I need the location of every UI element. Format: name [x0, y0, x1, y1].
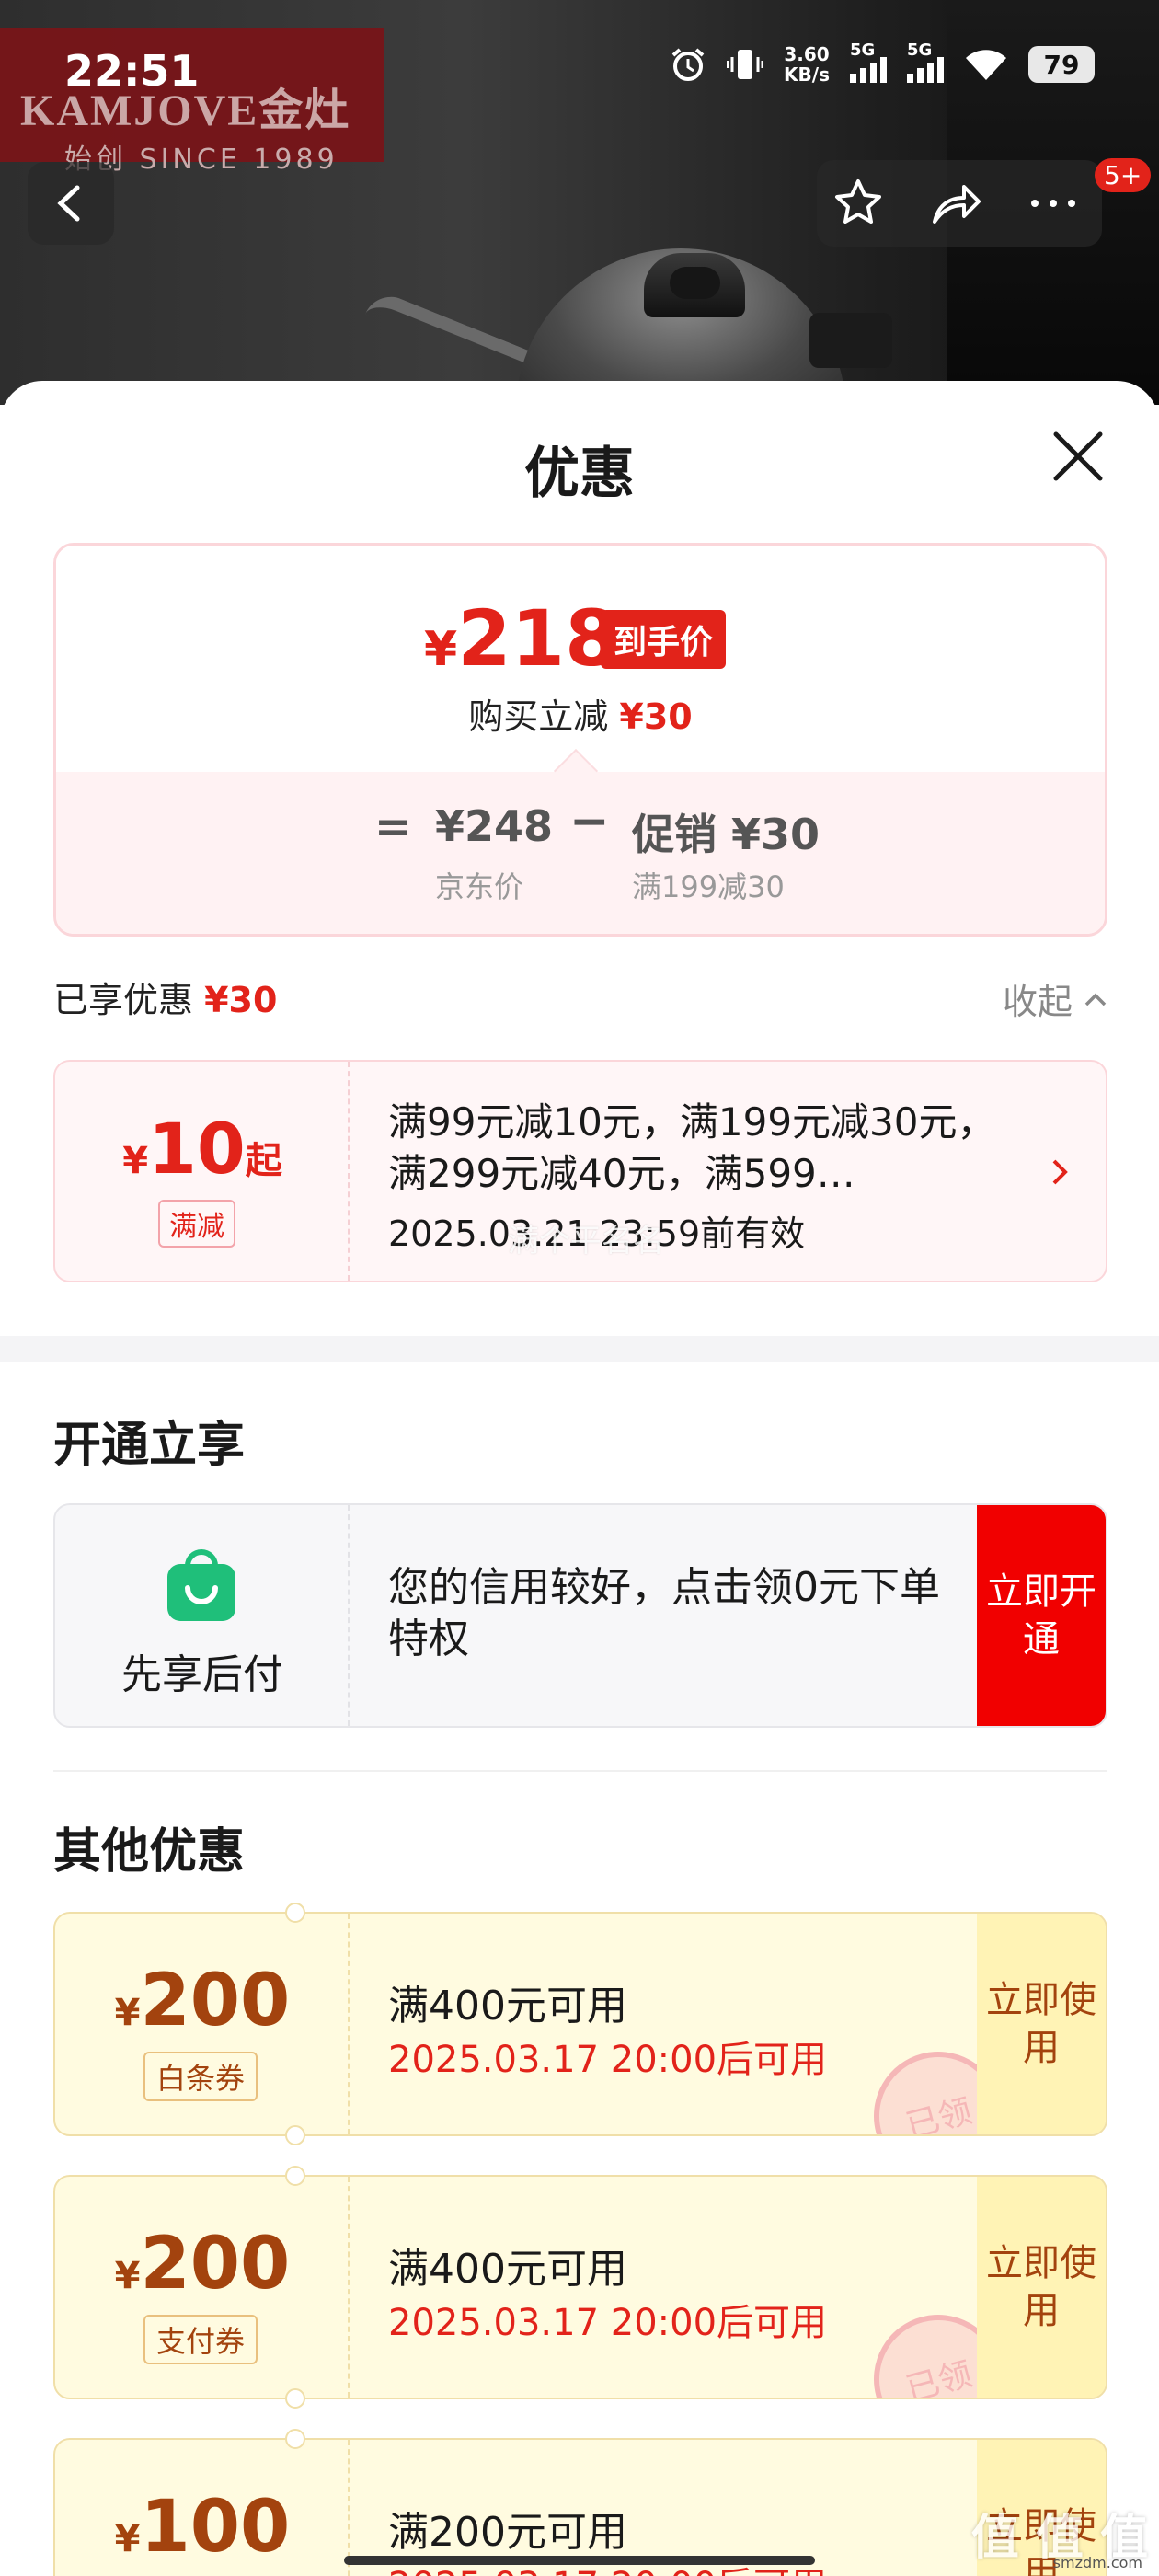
promo-price: 促销 ¥30 [632, 810, 820, 859]
save-line: 购买立减 ¥30 [56, 688, 1105, 739]
coupon-time: 2025.03.17 20:00后可用 [388, 2039, 828, 2081]
full-reduction-card[interactable]: ¥10起 满减 满99元减10元，满199元减30元，满299元减40元，满59… [53, 1060, 1107, 1282]
alarm-icon [671, 48, 705, 81]
coupon-currency: ¥ [114, 1992, 141, 2034]
discount-sheet: 优惠 ¥218 到手价 购买立减 ¥30 = ¥248 京东价 − 促销 ¥30… [0, 381, 1159, 2576]
net-speed-value: 3.60 [784, 43, 830, 65]
coupon-card[interactable]: ¥200 白条券 满400元可用 2025.03.17 20:00后可用 已领 … [53, 1912, 1107, 2136]
close-button[interactable] [1049, 427, 1107, 486]
final-price-tag: 到手价 [601, 610, 727, 669]
activate-button[interactable]: 立即开通 [977, 1505, 1106, 1726]
use-now-button[interactable]: 立即使用 [977, 1914, 1106, 2134]
favorite-button[interactable] [817, 160, 900, 247]
sheet-title: 优惠 [524, 442, 635, 506]
price-breakdown-card: ¥218 到手价 购买立减 ¥30 = ¥248 京东价 − 促销 ¥30 满1… [53, 543, 1107, 937]
watermark-text: 满个平名名 [508, 1223, 664, 1259]
home-indicator[interactable] [344, 2556, 815, 2565]
discount-type-badge: 满减 [158, 1200, 235, 1248]
ticket-notch [285, 2388, 305, 2409]
discount-amount: ¥10起 [55, 1108, 350, 1190]
status-bar: 22:51 3.60 KB/s 5G 5G 79 [0, 0, 1159, 147]
enjoyed-amount: ¥30 [204, 980, 278, 1020]
kettle-handle [809, 313, 892, 368]
collapse-button[interactable]: 收起 [1003, 973, 1107, 1024]
pay-later-name: 先享后付 [121, 1651, 283, 1698]
divider [53, 1770, 1107, 1772]
coupon-condition: 满400元可用 [388, 1983, 627, 2030]
enjoyed-label: 已享优惠 [53, 980, 194, 1020]
save-label: 购买立减 [468, 696, 609, 737]
collapse-label: 收起 [1002, 982, 1073, 1022]
pay-later-description: 您的信用较好，点击领0元下单特权 [388, 1564, 940, 1662]
wifi-icon [966, 50, 1006, 80]
status-icons: 3.60 KB/s 5G 5G 79 [670, 40, 1095, 85]
ticket-notch [285, 1903, 305, 1923]
use-now-button[interactable]: 立即使用 [977, 2177, 1106, 2398]
ticket-notch [285, 2166, 305, 2186]
final-price-currency: ¥ [424, 622, 458, 677]
site-watermark-url: smzdm.com [1052, 2554, 1142, 2571]
final-price: ¥218 [424, 593, 619, 684]
chevron-up-icon [1084, 993, 1107, 1006]
ticket-notch [285, 2125, 305, 2145]
coupon-value: 100 [140, 2486, 291, 2569]
pay-later-card[interactable]: 先享后付 您的信用较好，点击领0元下单特权 立即开通 [53, 1503, 1107, 1728]
coupon-currency: ¥ [114, 2255, 141, 2297]
close-icon [1053, 431, 1103, 481]
more-button[interactable] [1012, 160, 1095, 247]
share-icon [933, 185, 981, 224]
coupon-amount: ¥200 [55, 1960, 350, 2042]
back-button[interactable] [28, 162, 114, 245]
discount-value: 10 [148, 1108, 246, 1190]
chevron-right-icon [1052, 1159, 1068, 1185]
coupon-amount: ¥200 [55, 2223, 350, 2306]
coupon-value: 200 [140, 2223, 291, 2306]
coupon-value: 200 [140, 1960, 291, 2042]
more-badge: 5+ [1095, 158, 1152, 192]
save-amount: ¥30 [619, 696, 693, 737]
kettle-knob [670, 267, 720, 299]
discount-suffix: 起 [245, 1140, 282, 1182]
battery-indicator: 79 [1028, 46, 1095, 83]
signal-5g-icon-1: 5G [850, 40, 887, 83]
network-speed: 3.60 KB/s [784, 44, 830, 85]
coupon-amount: ¥100 [55, 2486, 350, 2569]
shopping-bag-icon [167, 1549, 235, 1621]
chevron-left-icon [57, 185, 80, 222]
coupon-card[interactable]: ¥200 支付券 满400元可用 2025.03.17 20:00后可用 已领 … [53, 2175, 1107, 2399]
section-divider [0, 1336, 1159, 1362]
ticket-notch [285, 2429, 305, 2449]
coupon-condition: 满400元可用 [388, 2246, 627, 2293]
discount-description: 满99元减10元，满199元减30元，满299元减40元，满599… [388, 1099, 996, 1196]
equals-sign: = [374, 801, 412, 853]
final-price-value: 218 [457, 593, 619, 684]
vibrate-icon [727, 50, 764, 79]
net-speed-unit: KB/s [784, 63, 830, 86]
status-time: 22:51 [64, 46, 200, 96]
signal-5g-icon-2: 5G [907, 40, 944, 83]
discount-currency: ¥ [122, 1140, 149, 1182]
other-section-title: 其他优惠 [53, 1824, 246, 1880]
open-section-title: 开通立享 [53, 1418, 246, 1473]
nav-actions [817, 160, 1102, 247]
coupon-time: 2025.03.17 20:00后可用 [388, 2302, 828, 2344]
coupon-type-badge: 白条券 [143, 2052, 258, 2101]
minus-sign: − [569, 794, 610, 849]
more-icon [1031, 200, 1075, 207]
jd-price: ¥248 [435, 801, 554, 851]
signal-label-1: 5G [850, 40, 876, 60]
coupon-condition: 满200元可用 [388, 2509, 627, 2556]
promo-label: 满199减30 [632, 869, 785, 904]
signal-label-2: 5G [907, 40, 933, 60]
coupon-type-badge: 支付券 [143, 2315, 258, 2364]
coupon-currency: ¥ [114, 2518, 141, 2560]
enjoyed-discount: 已享优惠 ¥30 [53, 972, 277, 1022]
star-icon [835, 179, 881, 224]
share-button[interactable] [914, 160, 997, 247]
jd-price-label: 京东价 [435, 869, 524, 904]
